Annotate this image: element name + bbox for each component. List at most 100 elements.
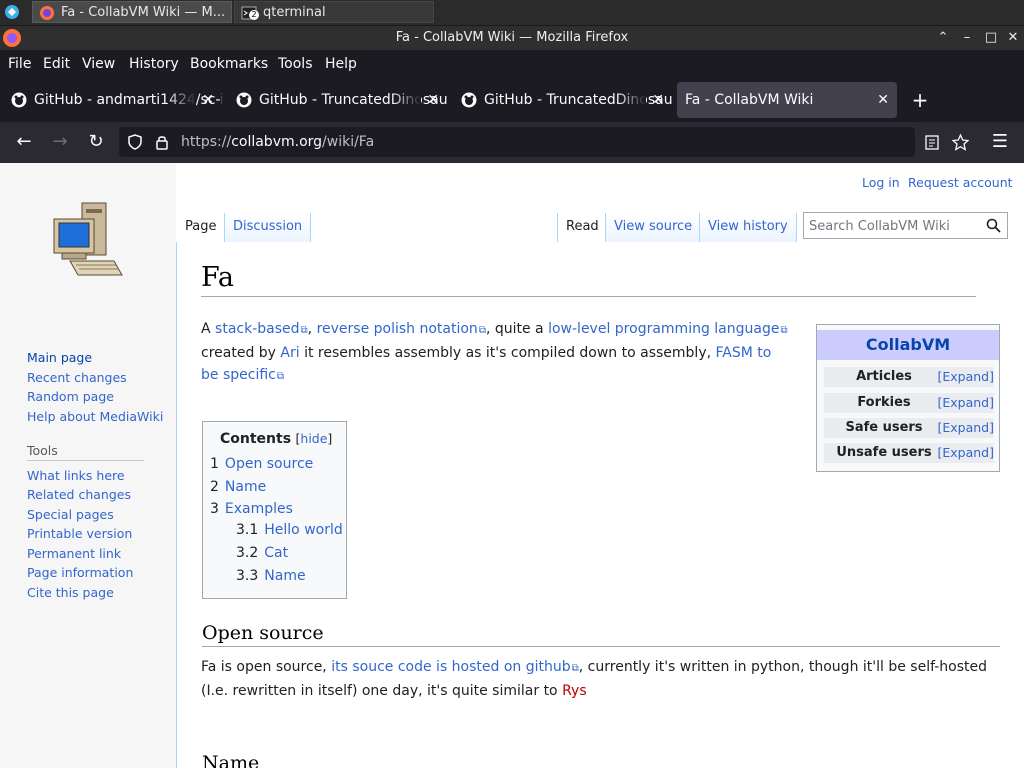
menu-tools[interactable]: Tools xyxy=(278,50,313,78)
sidebar-item-main-page[interactable]: Main page xyxy=(27,350,92,365)
menu-view[interactable]: View xyxy=(82,50,115,78)
toc-number: 3.1 xyxy=(236,522,259,538)
sidebar-item-special-pages[interactable]: Special pages xyxy=(27,507,114,522)
taskbar-item-label: Fa - CollabVM Wiki — M... xyxy=(61,5,226,20)
sidebar-item-recent-changes[interactable]: Recent changes xyxy=(27,370,127,385)
link-ari[interactable]: Ari xyxy=(280,345,299,361)
shield-icon[interactable] xyxy=(127,134,143,150)
wiki-sidebar: Main page Recent changes Random page Hel… xyxy=(0,163,176,768)
link-low-level-programming-language[interactable]: low-level programming language xyxy=(548,321,788,337)
lock-icon[interactable] xyxy=(155,134,169,150)
infobox-row-label: Unsafe users xyxy=(836,445,932,460)
sidebar-item-random-page[interactable]: Random page xyxy=(27,389,114,404)
toc-link[interactable]: Name xyxy=(264,568,305,584)
search-box xyxy=(803,212,1008,240)
close-window-button[interactable]: ✕ xyxy=(1004,29,1022,47)
search-input[interactable] xyxy=(804,213,986,240)
sidebar-tools-heading: Tools xyxy=(27,443,58,458)
login-link[interactable]: Log in xyxy=(862,175,900,190)
menu-help[interactable]: Help xyxy=(325,50,357,78)
maximize-button[interactable]: □ xyxy=(982,29,1000,47)
keep-above-button[interactable]: ⌃ xyxy=(934,29,952,47)
reader-view-icon[interactable] xyxy=(925,135,939,150)
sidebar-item-page-information[interactable]: Page information xyxy=(27,565,133,580)
toc-link[interactable]: Name xyxy=(225,479,266,495)
expand-link[interactable]: [Expand] xyxy=(937,418,994,438)
toc-hide-link[interactable]: hide xyxy=(300,431,327,446)
close-tab-icon[interactable]: ✕ xyxy=(202,82,214,118)
close-tab-icon[interactable]: ✕ xyxy=(877,82,889,118)
toc-number: 3 xyxy=(210,501,219,517)
toc-link[interactable]: Cat xyxy=(264,545,288,561)
github-icon xyxy=(11,92,27,108)
sidebar-item-what-links-here[interactable]: What links here xyxy=(27,468,125,483)
sidebar-item-cite-this-page[interactable]: Cite this page xyxy=(27,585,114,600)
paragraph-text: , currently it's written in python, thou… xyxy=(578,659,988,675)
tab-view-source[interactable]: View source xyxy=(605,213,701,243)
reload-button[interactable]: ↻ xyxy=(84,130,108,154)
url-domain: collabvm.org xyxy=(231,134,323,150)
wiki-logo[interactable] xyxy=(52,201,124,285)
toc-item[interactable]: 3.2 Cat xyxy=(236,545,288,561)
section-heading-open-source: Open source xyxy=(202,622,1000,647)
infobox-row-forkies: Forkies [Expand] xyxy=(824,393,994,413)
sidebar-item-related-changes[interactable]: Related changes xyxy=(27,487,131,502)
window-title: Fa - CollabVM Wiki — Mozilla Firefox xyxy=(395,30,629,45)
toc-item[interactable]: 3.1 Hello world xyxy=(236,522,343,538)
menu-bookmarks[interactable]: Bookmarks xyxy=(190,50,268,78)
tab-github-truncated-2[interactable]: GitHub - TruncatedDinosaur ✕ xyxy=(452,82,672,118)
intro-text: A xyxy=(201,321,216,337)
expand-link[interactable]: [Expand] xyxy=(937,367,994,387)
menu-history[interactable]: History xyxy=(129,50,179,78)
taskbar-item-firefox[interactable]: Fa - CollabVM Wiki — M... xyxy=(32,1,232,23)
menu-bar: File Edit View History Bookmarks Tools H… xyxy=(0,50,1024,78)
tab-github-truncated-1[interactable]: GitHub - TruncatedDinosaur ✕ xyxy=(227,82,447,118)
toc-link[interactable]: Hello world xyxy=(264,522,342,538)
infobox-title[interactable]: CollabVM xyxy=(817,330,999,360)
tab-collabvm-wiki[interactable]: Fa - CollabVM Wiki ✕ xyxy=(677,82,897,118)
sidebar-item-permanent-link[interactable]: Permanent link xyxy=(27,546,121,561)
url-bar[interactable]: https://collabvm.org/wiki/Fa xyxy=(119,127,969,157)
window-count-badge: 2 xyxy=(249,10,259,20)
toc-item[interactable]: 3.3 Name xyxy=(236,568,306,584)
app-launcher-icon[interactable] xyxy=(4,4,20,20)
expand-link[interactable]: [Expand] xyxy=(937,443,994,463)
expand-link[interactable]: [Expand] xyxy=(937,393,994,413)
section-heading-name: Name xyxy=(202,752,1000,768)
toc-link[interactable]: Open source xyxy=(225,456,313,472)
tab-view-history[interactable]: View history xyxy=(699,213,797,243)
sidebar-item-help[interactable]: Help about MediaWiki xyxy=(27,409,163,424)
tab-page[interactable]: Page xyxy=(177,213,225,243)
infobox-row-articles: Articles [Expand] xyxy=(824,367,994,387)
toc-item[interactable]: 2 Name xyxy=(210,479,266,495)
sidebar-item-printable-version[interactable]: Printable version xyxy=(27,526,132,541)
link-source-code-github[interactable]: its souce code is hosted on github xyxy=(331,659,579,675)
link-be-specific[interactable]: be specific xyxy=(201,367,284,383)
link-fasm[interactable]: FASM to xyxy=(716,345,772,361)
link-rys[interactable]: Rys xyxy=(562,683,587,699)
bookmark-star-icon[interactable] xyxy=(952,134,969,151)
link-reverse-polish-notation[interactable]: reverse polish notation xyxy=(317,321,486,337)
open-source-paragraph: Fa is open source, its souce code is hos… xyxy=(201,656,1001,702)
close-tab-icon[interactable]: ✕ xyxy=(427,82,439,118)
hamburger-menu-icon[interactable]: ☰ xyxy=(988,130,1012,154)
menu-file[interactable]: File xyxy=(8,50,31,78)
toc-item[interactable]: 3 Examples xyxy=(210,501,293,517)
search-icon[interactable] xyxy=(986,218,1001,233)
back-button[interactable]: ← xyxy=(12,130,36,154)
forward-button[interactable]: → xyxy=(48,130,72,154)
tab-github-sc-im[interactable]: GitHub - andmarti1424/sc-im ✕ xyxy=(2,82,222,118)
link-stack-based[interactable]: stack-based xyxy=(215,321,308,337)
toc-number: 3.2 xyxy=(236,545,259,561)
tab-read[interactable]: Read xyxy=(557,213,607,243)
request-account-link[interactable]: Request account xyxy=(908,175,1013,190)
minimize-button[interactable]: – xyxy=(958,29,976,47)
tab-discussion[interactable]: Discussion xyxy=(224,213,312,243)
toc-link[interactable]: Examples xyxy=(225,501,293,517)
toc-item[interactable]: 1 Open source xyxy=(210,456,313,472)
article-content: Fa A stack-based, reverse polish notatio… xyxy=(176,242,1024,768)
menu-edit[interactable]: Edit xyxy=(43,50,70,78)
new-tab-button[interactable]: + xyxy=(908,82,932,118)
taskbar-item-qterminal[interactable]: 2 qterminal xyxy=(234,1,434,23)
close-tab-icon[interactable]: ✕ xyxy=(652,82,664,118)
